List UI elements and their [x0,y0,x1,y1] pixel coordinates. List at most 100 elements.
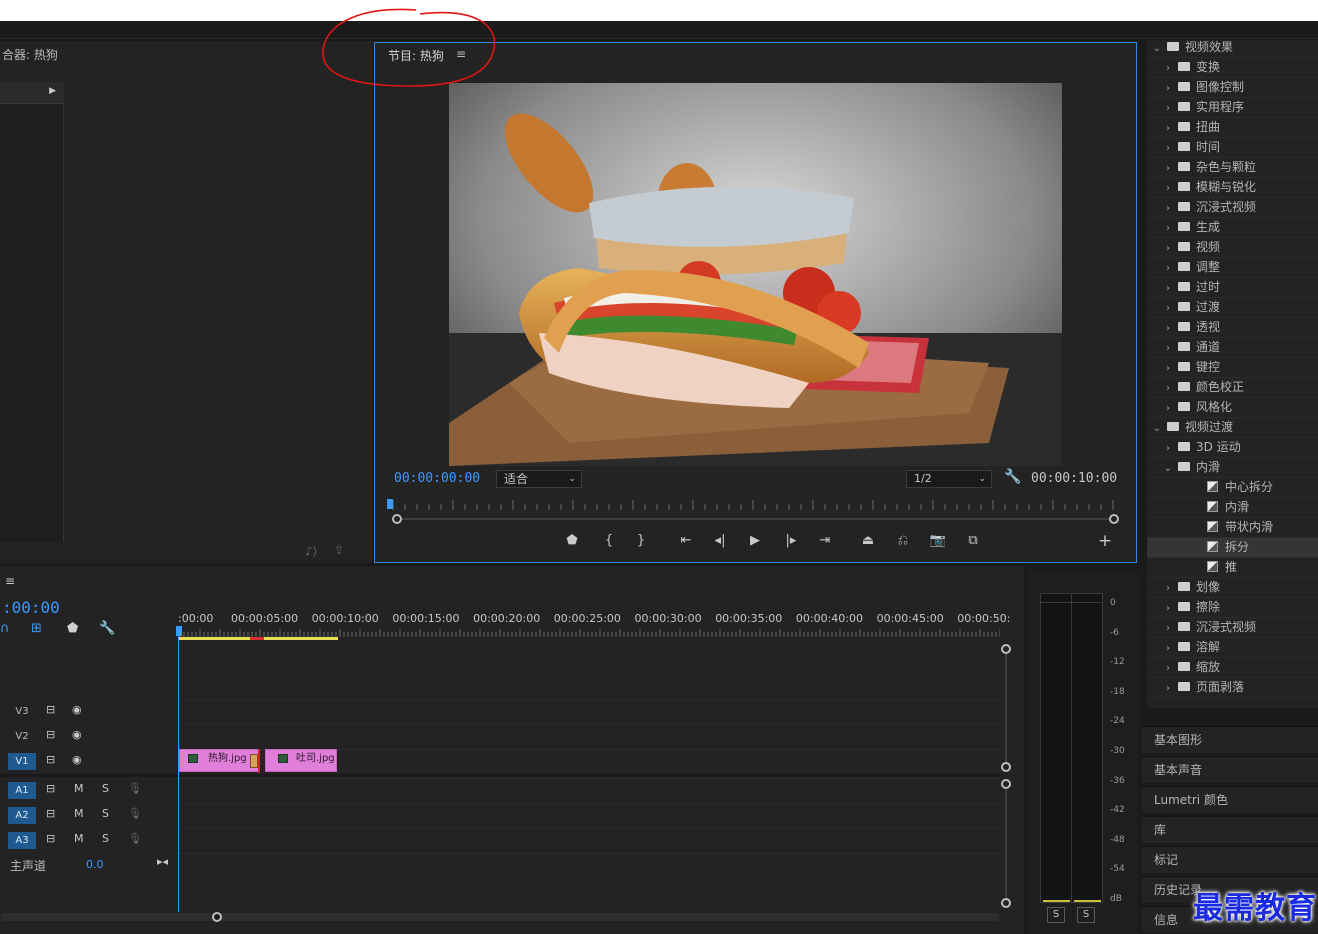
step-forward-icon[interactable]: |▸ [781,533,801,548]
timeline-horizontal-scrollbar[interactable] [0,912,1000,922]
lift-icon[interactable]: ⏏ [858,533,878,548]
eye-icon[interactable]: ◉ [72,753,82,766]
effects-item-7[interactable]: › 模糊与锐化 [1147,178,1318,198]
chevron-down-icon[interactable]: ⌄ [1151,419,1163,438]
mute-button[interactable]: M [74,782,84,795]
solo-button[interactable]: S [102,832,109,845]
timeline-menu-icon[interactable]: ≡ [5,574,15,588]
go-to-out-icon[interactable]: ⇥ [815,533,835,548]
effects-item-11[interactable]: › 调整 [1147,258,1318,278]
master-volume-value[interactable]: 0.0 [86,858,104,871]
program-playhead[interactable] [387,499,393,509]
scroll-handle[interactable] [212,912,222,922]
program-time-ruler[interactable] [389,498,1121,512]
side-panel-tab-4[interactable]: 标记 [1142,846,1318,873]
timeline-playhead-line[interactable] [178,626,179,912]
sync-lock-icon[interactable]: ⊟ [46,832,55,845]
play-triangle-icon[interactable]: ▶ [49,86,56,96]
chevron-right-icon[interactable]: › [1162,259,1174,278]
effects-item-21[interactable]: ⌄ 内滑 [1147,458,1318,478]
edit-point-marker[interactable] [258,749,260,773]
chevron-right-icon[interactable]: › [1162,79,1174,98]
track-target-A1[interactable]: A1 [8,782,36,799]
step-back-icon[interactable]: ◂| [710,533,730,548]
add-button-icon[interactable]: + [1095,531,1115,551]
go-to-end-icon[interactable]: ▸◂ [157,855,168,868]
effects-item-24[interactable]: 带状内滑 [1147,518,1318,538]
chevron-right-icon[interactable]: › [1162,599,1174,618]
effects-item-19[interactable]: ⌄ 视频过渡 [1147,418,1318,438]
track-lane-V3[interactable] [178,699,1000,723]
settings-wrench-icon[interactable]: 🔧 [1004,469,1021,485]
effects-item-20[interactable]: › 3D 运动 [1147,438,1318,458]
effects-item-12[interactable]: › 过时 [1147,278,1318,298]
transition-marker[interactable] [250,754,258,768]
track-target-V3[interactable]: V3 [8,703,36,720]
effects-item-9[interactable]: › 生成 [1147,218,1318,238]
effects-item-31[interactable]: › 缩放 [1147,658,1318,678]
chevron-right-icon[interactable]: › [1162,219,1174,238]
chevron-right-icon[interactable]: › [1162,319,1174,338]
solo-button[interactable]: S [102,782,109,795]
go-to-in-icon[interactable]: ⇤ [676,533,696,548]
mark-out-icon[interactable]: } [631,533,651,548]
add-marker-icon[interactable]: ⬟ [562,533,582,548]
solo-right-button[interactable]: S [1077,907,1095,923]
playback-resolution-dropdown[interactable]: 1/2 ⌄ [906,470,992,488]
chevron-down-icon[interactable]: ⌄ [1151,39,1163,58]
vscroll-handle-mid[interactable] [1001,762,1011,772]
export-frame-camera-icon[interactable]: 📷 [928,533,948,548]
chevron-right-icon[interactable]: › [1162,619,1174,638]
scroll-handle-left[interactable] [392,514,402,524]
mute-button[interactable]: M [74,832,84,845]
timeline-playhead-handle[interactable] [176,626,182,636]
chevron-right-icon[interactable]: › [1162,399,1174,418]
effects-item-13[interactable]: › 过渡 [1147,298,1318,318]
effects-item-1[interactable]: › 变换 [1147,58,1318,78]
effects-item-23[interactable]: 内滑 [1147,498,1318,518]
timeline-vertical-scrollbar[interactable] [999,644,1013,908]
effects-item-16[interactable]: › 键控 [1147,358,1318,378]
chevron-right-icon[interactable]: › [1162,339,1174,358]
track-target-V2[interactable]: V2 [8,728,36,745]
effects-item-0[interactable]: ⌄ 视频效果 [1147,38,1318,58]
insert-audio-icon[interactable]: ♪⟩ [305,544,317,558]
effects-item-3[interactable]: › 实用程序 [1147,98,1318,118]
clip-hotdog[interactable]: 热狗.jpg [179,749,259,772]
clip-toast[interactable]: 吐司.jpg [265,749,337,772]
sync-lock-icon[interactable]: ⊟ [46,782,55,795]
chevron-right-icon[interactable]: › [1162,359,1174,378]
effects-item-6[interactable]: › 杂色与颗粒 [1147,158,1318,178]
chevron-right-icon[interactable]: › [1162,579,1174,598]
microphone-icon[interactable]: 🎙 [128,807,142,820]
chevron-right-icon[interactable]: › [1162,199,1174,218]
play-icon[interactable]: ▶ [745,533,765,548]
effects-item-15[interactable]: › 通道 [1147,338,1318,358]
effects-item-25[interactable]: 拆分 [1147,538,1318,558]
chevron-right-icon[interactable]: › [1162,139,1174,158]
chevron-right-icon[interactable]: › [1162,439,1174,458]
chevron-right-icon[interactable]: › [1162,179,1174,198]
effects-item-10[interactable]: › 视频 [1147,238,1318,258]
track-lane-V2[interactable] [178,724,1000,748]
track-lane-A3[interactable] [178,828,1000,852]
side-panel-tab-0[interactable]: 基本图形 [1142,726,1318,753]
microphone-icon[interactable]: 🎙 [128,782,142,795]
chevron-right-icon[interactable]: › [1162,659,1174,678]
effects-item-29[interactable]: › 沉浸式视频 [1147,618,1318,638]
track-target-A3[interactable]: A3 [8,832,36,849]
sync-lock-icon[interactable]: ⊟ [46,728,55,741]
chevron-right-icon[interactable]: › [1162,159,1174,178]
sync-lock-icon[interactable]: ⊟ [46,753,55,766]
effects-item-18[interactable]: › 风格化 [1147,398,1318,418]
export-icon[interactable]: ⇪ [334,543,344,557]
chevron-right-icon[interactable]: › [1162,59,1174,78]
timeline-settings-wrench-icon[interactable]: 🔧 [99,621,115,636]
extract-icon[interactable]: ⎌ [893,533,913,548]
track-target-V1[interactable]: V1 [8,753,36,770]
track-lane-A1[interactable] [178,778,1000,802]
audio-video-divider[interactable] [0,774,1000,777]
chevron-right-icon[interactable]: › [1162,299,1174,318]
effects-item-26[interactable]: 推 [1147,558,1318,578]
solo-button[interactable]: S [102,807,109,820]
